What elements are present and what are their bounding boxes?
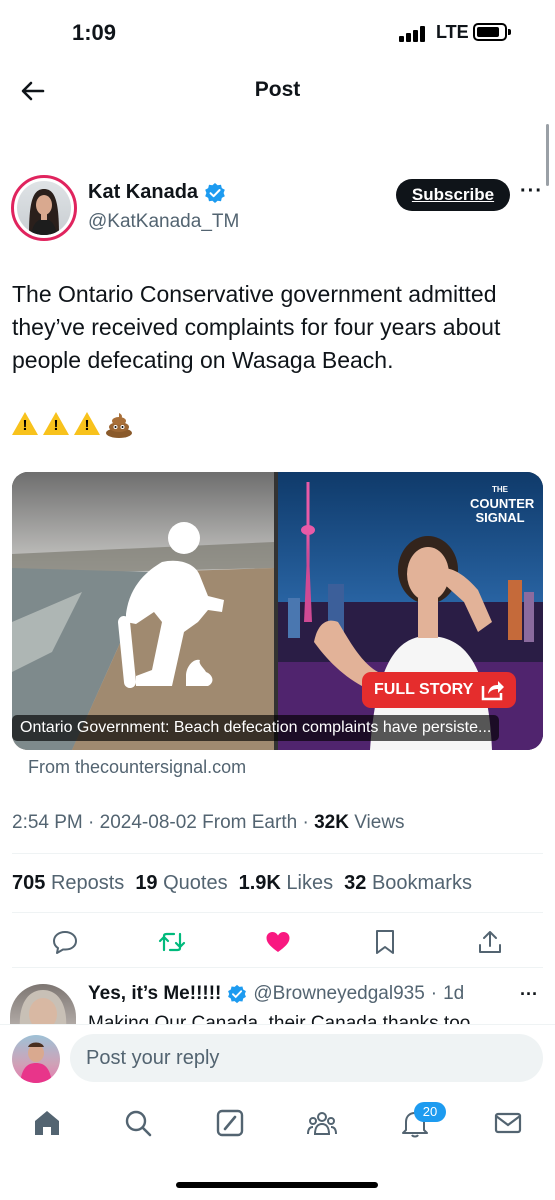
post-date: 2024-08-02 bbox=[99, 812, 197, 833]
divider bbox=[12, 967, 543, 968]
grok-icon[interactable] bbox=[215, 1108, 245, 1138]
subscribe-button[interactable]: Subscribe bbox=[396, 179, 510, 211]
link-card[interactable] bbox=[12, 472, 543, 750]
reply-more-options-icon[interactable]: ··· bbox=[520, 984, 538, 1005]
bookmarks-stat[interactable]: 32 Bookmarks bbox=[344, 872, 472, 895]
reply-header[interactable]: Yes, it’s Me!!!!! @Browneyedgal935 · 1d bbox=[88, 983, 464, 1005]
network-label: LTE bbox=[436, 22, 469, 42]
repost-icon[interactable] bbox=[158, 928, 186, 956]
reply-age: 1d bbox=[443, 983, 465, 1004]
likes-stat[interactable]: 1.9K Likes bbox=[239, 872, 334, 895]
post-time: 2:54 PM bbox=[12, 812, 83, 833]
divider bbox=[12, 912, 543, 913]
reply-author-handle[interactable]: @Browneyedgal935 bbox=[253, 983, 424, 1005]
warning-emoji-icon bbox=[74, 412, 101, 436]
author-name[interactable]: Kat Kanada bbox=[88, 181, 198, 204]
header: Post bbox=[0, 64, 555, 116]
emoji-row bbox=[12, 412, 133, 438]
post-text: The Ontario Conservative government admi… bbox=[12, 281, 501, 373]
brand-logo: THE COUNTER SIGNAL bbox=[470, 485, 535, 525]
card-source[interactable]: From thecountersignal.com bbox=[28, 757, 246, 778]
author-handle[interactable]: @KatKanada_TM bbox=[88, 211, 239, 233]
verified-badge-icon bbox=[205, 182, 225, 203]
post-stats: 705 Reposts 19 Quotes 1.9K Likes 32 Book… bbox=[12, 872, 472, 895]
home-indicator bbox=[176, 1182, 378, 1188]
bookmark-icon[interactable] bbox=[371, 928, 399, 956]
more-options-icon[interactable]: ··· bbox=[520, 180, 543, 203]
user-avatar[interactable] bbox=[12, 1035, 60, 1083]
quotes-stat[interactable]: 19 Quotes bbox=[135, 872, 227, 895]
reply-composer: Post your reply bbox=[0, 1024, 555, 1094]
warning-emoji-icon bbox=[12, 412, 39, 436]
communities-icon[interactable] bbox=[307, 1108, 337, 1138]
status-bar: 1:09 LTE bbox=[0, 0, 555, 64]
author-avatar[interactable] bbox=[11, 175, 77, 241]
verified-badge-icon bbox=[228, 984, 247, 1004]
scrollbar[interactable] bbox=[546, 124, 549, 186]
divider bbox=[12, 853, 543, 854]
share-icon[interactable] bbox=[476, 928, 504, 956]
tab-bar bbox=[0, 1100, 555, 1148]
home-icon[interactable] bbox=[32, 1108, 62, 1138]
reply-icon[interactable] bbox=[51, 928, 79, 956]
views-count: 32K bbox=[314, 812, 349, 833]
reposts-stat[interactable]: 705 Reposts bbox=[12, 872, 124, 895]
poop-emoji-icon bbox=[106, 413, 132, 438]
reply-input[interactable]: Post your reply bbox=[70, 1034, 543, 1082]
warning-emoji-icon bbox=[43, 412, 70, 436]
messages-icon[interactable] bbox=[493, 1108, 523, 1138]
battery-icon bbox=[473, 23, 511, 41]
full-story-badge: FULL STORY bbox=[362, 672, 516, 708]
page-title: Post bbox=[254, 78, 301, 101]
signal-icon bbox=[399, 26, 429, 42]
full-story-label: FULL STORY bbox=[374, 681, 474, 698]
share-arrow-icon bbox=[481, 681, 504, 701]
views-label: Views bbox=[354, 812, 405, 833]
card-caption: Ontario Government: Beach defecation com… bbox=[12, 715, 500, 741]
post-meta: 2:54 PM · 2024-08-02 From Earth · 32K Vi… bbox=[12, 812, 405, 833]
post-location: From Earth bbox=[202, 812, 298, 833]
like-icon[interactable] bbox=[264, 928, 292, 956]
reply-author-name[interactable]: Yes, it’s Me!!!!! bbox=[88, 983, 221, 1005]
author-name-row[interactable]: Kat Kanada bbox=[88, 181, 226, 204]
status-time: 1:09 bbox=[72, 20, 117, 45]
search-icon[interactable] bbox=[123, 1108, 153, 1138]
reply-text: Making Our Canada, their Canada thanks t… bbox=[88, 1013, 471, 1025]
beach-image bbox=[12, 472, 274, 750]
notifications-badge: 20 bbox=[414, 1102, 446, 1122]
